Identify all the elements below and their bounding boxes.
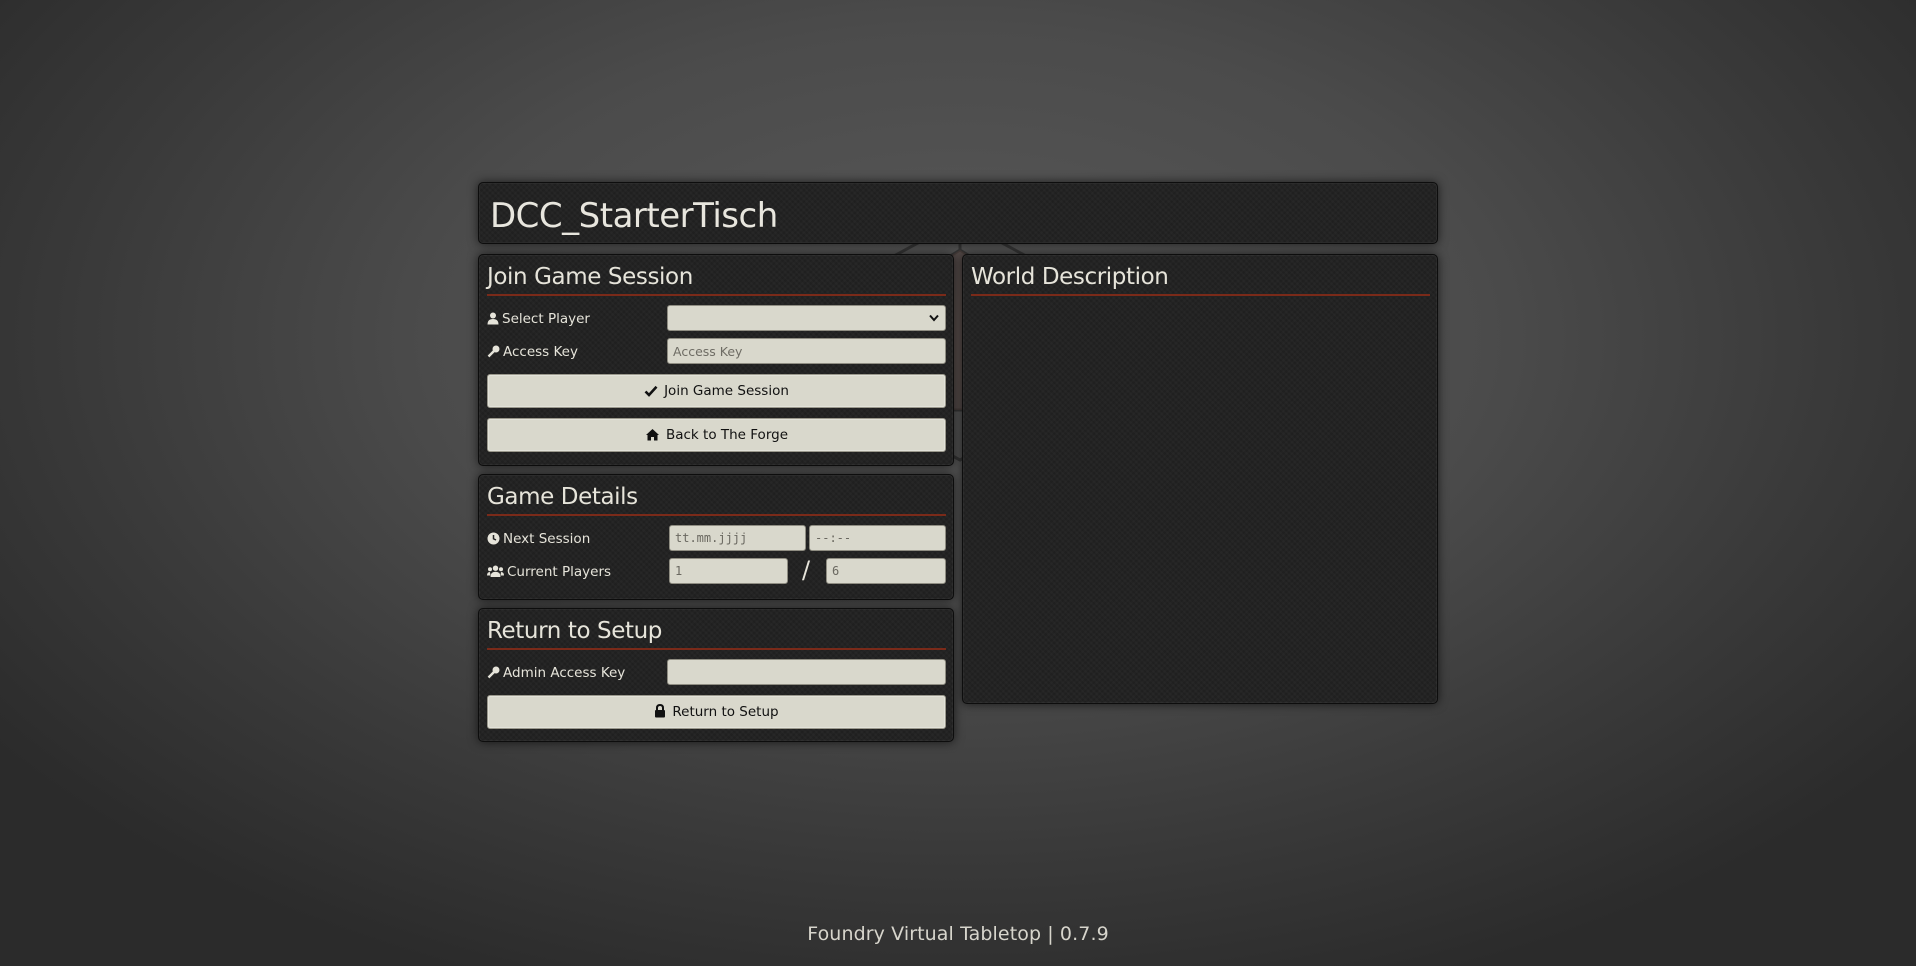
current-players-value: 1 bbox=[675, 564, 683, 578]
world-title-panel: DCC_StarterTisch bbox=[478, 182, 1438, 244]
next-session-date-input[interactable]: tt.mm.jjjj bbox=[669, 525, 806, 551]
return-to-setup-button[interactable]: Return to Setup bbox=[487, 695, 946, 729]
join-session-panel: Join Game Session Select Player Access K… bbox=[478, 254, 954, 466]
game-details-panel: Game Details Next Session tt.mm.jjjj --:… bbox=[478, 474, 954, 600]
return-to-setup-panel: Return to Setup Admin Access Key Return … bbox=[478, 608, 954, 742]
current-players-row: Current Players 1 / 6 bbox=[487, 556, 946, 586]
chevron-down-icon bbox=[929, 314, 939, 322]
admin-key-label: Admin Access Key bbox=[503, 665, 626, 681]
select-player-label-wrap: Select Player bbox=[487, 311, 590, 327]
users-icon bbox=[487, 565, 504, 577]
game-details-heading: Game Details bbox=[487, 482, 946, 516]
access-key-input[interactable]: Access Key bbox=[667, 338, 946, 364]
return-to-setup-heading: Return to Setup bbox=[487, 616, 946, 650]
return-to-setup-button-label: Return to Setup bbox=[672, 704, 779, 720]
next-session-row: Next Session tt.mm.jjjj --:-- bbox=[487, 525, 946, 553]
back-to-forge-button[interactable]: Back to The Forge bbox=[487, 418, 946, 452]
max-players-value: 6 bbox=[832, 564, 840, 578]
next-session-label-wrap: Next Session bbox=[487, 531, 590, 547]
next-session-label: Next Session bbox=[503, 531, 591, 547]
access-key-label: Access Key bbox=[503, 344, 578, 360]
world-description-heading: World Description bbox=[971, 262, 1430, 296]
clock-icon bbox=[487, 532, 500, 545]
back-to-forge-button-label: Back to The Forge bbox=[665, 427, 789, 443]
lock-icon bbox=[655, 703, 666, 718]
max-players-input[interactable]: 6 bbox=[826, 558, 946, 584]
current-players-label-wrap: Current Players bbox=[487, 564, 611, 580]
current-players-input[interactable]: 1 bbox=[669, 558, 788, 584]
key-icon bbox=[487, 666, 500, 679]
home-icon bbox=[645, 429, 659, 441]
admin-key-label-wrap: Admin Access Key bbox=[487, 665, 625, 681]
user-icon bbox=[487, 312, 499, 325]
check-icon bbox=[644, 385, 658, 397]
current-players-label: Current Players bbox=[507, 564, 612, 580]
join-session-heading: Join Game Session bbox=[487, 262, 946, 296]
key-icon bbox=[487, 345, 500, 358]
select-player-dropdown[interactable] bbox=[667, 305, 946, 331]
select-player-label: Select Player bbox=[502, 311, 590, 327]
next-session-time-placeholder: --:-- bbox=[815, 531, 852, 545]
players-separator: / bbox=[802, 556, 811, 584]
next-session-time-input[interactable]: --:-- bbox=[809, 525, 946, 551]
join-session-button[interactable]: Join Game Session bbox=[487, 374, 946, 408]
next-session-date-placeholder: tt.mm.jjjj bbox=[675, 531, 748, 545]
world-description-panel: World Description bbox=[962, 254, 1438, 704]
access-key-row: Access Key Access Key bbox=[487, 338, 946, 366]
join-session-button-label: Join Game Session bbox=[664, 383, 789, 399]
admin-key-row: Admin Access Key bbox=[487, 659, 946, 687]
select-player-row: Select Player bbox=[487, 305, 946, 333]
admin-key-input[interactable] bbox=[667, 659, 946, 685]
access-key-label-wrap: Access Key bbox=[487, 344, 578, 360]
footer-version: Foundry Virtual Tabletop | 0.7.9 bbox=[807, 923, 1109, 945]
world-title: DCC_StarterTisch bbox=[490, 196, 778, 236]
access-key-placeholder: Access Key bbox=[673, 344, 743, 359]
